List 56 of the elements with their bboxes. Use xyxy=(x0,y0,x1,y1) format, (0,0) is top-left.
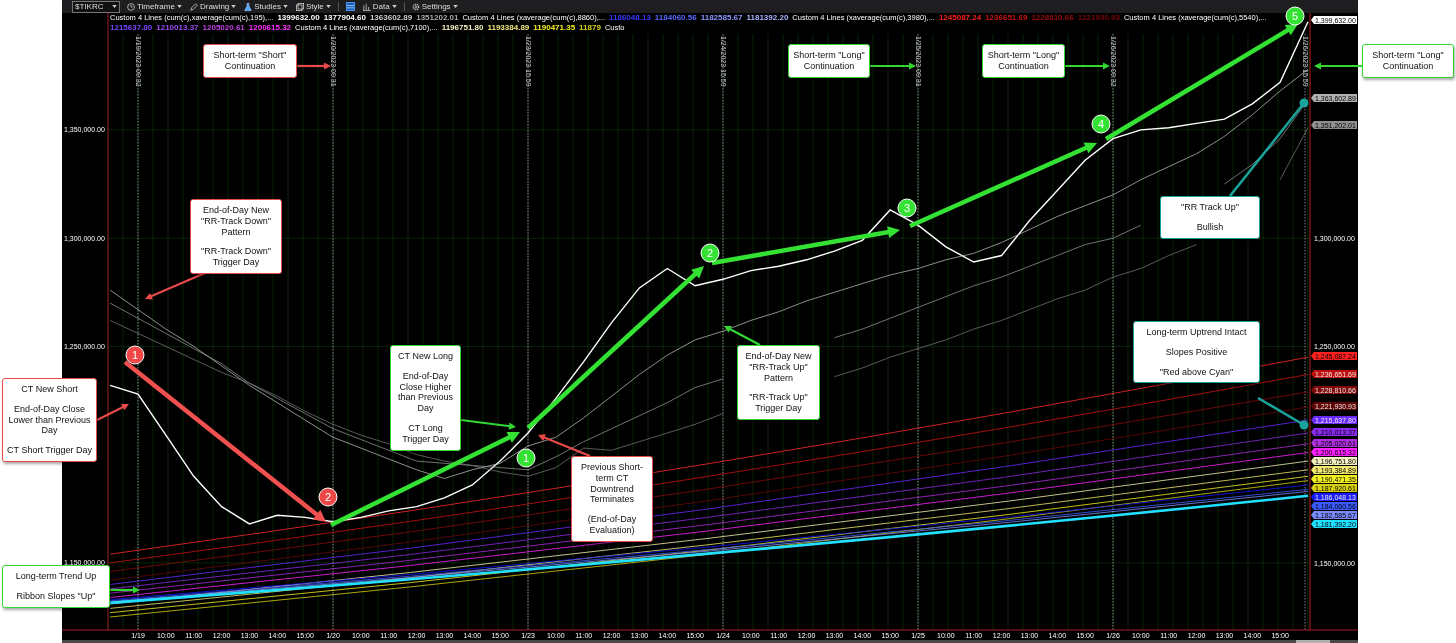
callout-text: Ribbon Slopes "Up" xyxy=(15,590,97,602)
toolbar-menu[interactable]: Settings xyxy=(410,0,459,13)
study-value: 1236651.69 xyxy=(985,13,1028,22)
callout-text: End-of-Day Close Higher than Previous Day xyxy=(396,370,454,414)
study-value: 1182585.67 xyxy=(700,13,743,22)
toolbar-menu[interactable]: Studies xyxy=(243,0,289,13)
step-marker: 1 xyxy=(125,345,145,365)
callout-text: Short-term "Long" Continuation xyxy=(986,50,1061,72)
step-marker: 1 xyxy=(516,448,536,468)
callout-text: "RR-Track Up" Trigger Day xyxy=(748,392,809,414)
study-value: 1193384.89 xyxy=(487,23,530,32)
callout-text: "Red above Cyan" xyxy=(1158,366,1235,378)
callout-text: "RR-Track Down" Trigger Day xyxy=(199,246,273,268)
study-value: 1245087.24 xyxy=(938,13,982,22)
callout-text: "RR Track Up" xyxy=(1180,202,1240,213)
callout-text: Short-term "Short" Continuation xyxy=(212,50,288,72)
study-value: 1210013.37 xyxy=(156,23,199,32)
study-value: 1200615.32 xyxy=(248,23,292,32)
toolbar-menu[interactable]: Style xyxy=(294,0,332,13)
callout-text: End-of-Day New "RR-Track Down" Pattern xyxy=(199,205,273,238)
callout-text: Short-term "Long" Continuation xyxy=(1371,50,1445,72)
study-value: 1215637.80 xyxy=(110,23,153,32)
callout-text: End-of-Day Close Lower than Previous Day xyxy=(7,403,92,437)
symbol-dropdown[interactable]: $TIKRC xyxy=(72,0,120,13)
study-value: 11879 xyxy=(579,23,601,32)
study-value: 1196751.80 xyxy=(441,23,484,32)
study-value: 1184060.56 xyxy=(654,13,697,22)
toolbar-menu[interactable]: Drawing xyxy=(188,0,238,13)
callout-text: CT Long Trigger Day xyxy=(401,423,450,445)
step-marker: 2 xyxy=(318,487,338,507)
step-marker: 2 xyxy=(700,243,720,263)
callout-text: Slopes Positive xyxy=(1164,346,1229,358)
study-value: 1186048.13 xyxy=(609,13,651,22)
callout-text: Long-term Trend Up xyxy=(14,571,98,582)
callout-text: Bullish xyxy=(1195,221,1225,233)
study-value: 1228810.66 xyxy=(1031,13,1074,22)
study-value: 1351202.01 xyxy=(416,13,459,22)
study-value: 1399632.00 xyxy=(277,13,320,22)
study-value: 1363602.89 xyxy=(369,13,413,22)
step-marker: 3 xyxy=(897,198,917,218)
callout-text: CT New Long xyxy=(397,351,454,362)
callout-text: Short-term "Long" Continuation xyxy=(792,50,866,72)
study-value: 1205020.61 xyxy=(202,23,245,32)
study-value: 1377904.60 xyxy=(323,13,366,22)
callout-text: CT New Short xyxy=(20,384,79,395)
toolbar-menu[interactable]: Timeframe xyxy=(126,0,183,13)
study-value: 1181392.20 xyxy=(746,13,789,22)
callout-text: End-of-Day New "RR-Track Up" Pattern xyxy=(744,351,813,384)
callout-text: Previous Short-term CT Downtrend Terminates xyxy=(580,462,644,506)
callout-text: (End-of-Day Evaluation) xyxy=(586,514,638,536)
study-value: 1190471.35 xyxy=(533,23,576,32)
callout-text: Long-term Uptrend Intact xyxy=(1145,327,1248,338)
callout-text: CT Short Trigger Day xyxy=(6,445,93,456)
step-marker: 4 xyxy=(1091,114,1111,134)
study-value: 1221930.93 xyxy=(1077,13,1120,22)
toolbar-menu[interactable]: Data xyxy=(361,0,398,13)
